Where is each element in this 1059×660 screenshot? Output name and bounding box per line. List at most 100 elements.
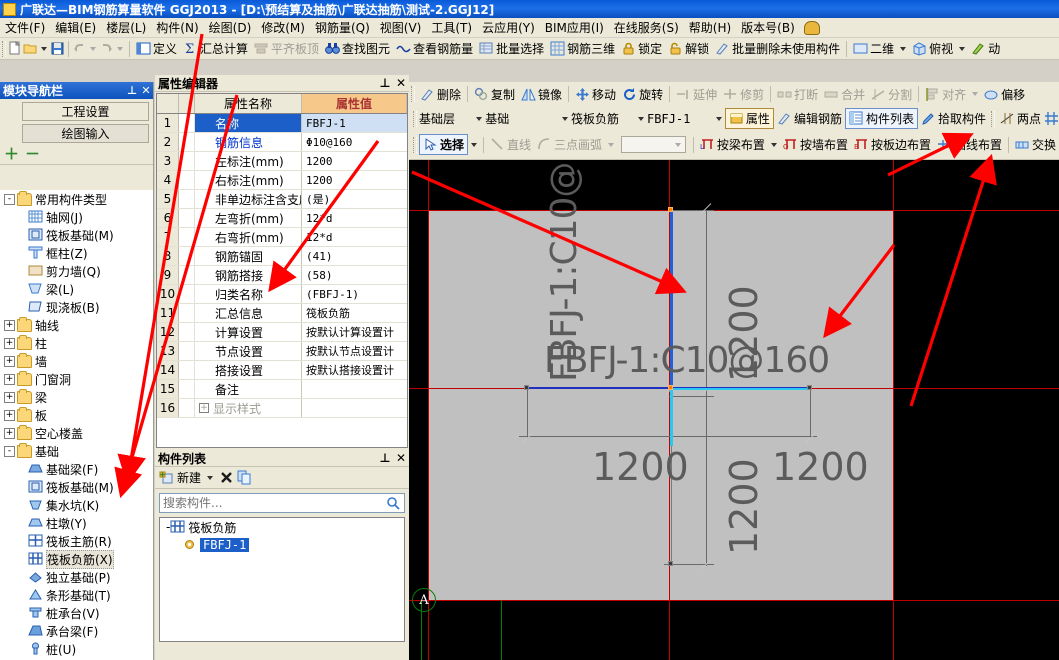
menu-item-help[interactable]: 帮助(H) <box>684 18 736 37</box>
place-by-wall-button[interactable]: Q 按墙布置 <box>780 135 851 154</box>
rebar-3d-button[interactable]: 钢筋三维 <box>547 39 618 58</box>
place-by-beam-caret[interactable] <box>770 142 777 147</box>
delete-x-icon[interactable] <box>219 470 234 485</box>
sidebar-item-15[interactable]: 基础梁(F) <box>0 460 153 478</box>
property-row-12[interactable]: 12 计算设置 按默认计算设置计 <box>157 323 407 342</box>
menu-item-file[interactable]: 文件(F) <box>0 18 50 37</box>
menu-item-floor[interactable]: 楼层(L) <box>101 18 151 37</box>
sidebar-item-23[interactable]: 桩承台(V) <box>0 604 153 622</box>
property-row-10[interactable]: 10 归类名称 (FBFJ-1) <box>157 285 407 304</box>
category-select[interactable]: 基础 <box>485 110 571 127</box>
sidebar-item-7[interactable]: + 轴线 <box>0 316 153 334</box>
batch-delete-unused-button[interactable]: 批量删除未使用构件 <box>712 39 843 58</box>
view-rebar-qty-button[interactable]: 查看钢筋量 <box>393 39 476 58</box>
property-grid[interactable]: 属性名称 属性值 1 名称 FBFJ-1 2 钢筋信息 Φ10@160 3 左标注(mm) 12… <box>156 93 408 448</box>
tree-expander-icon[interactable]: + <box>4 391 15 403</box>
nav-button-draw-input[interactable]: 绘图输入 <box>22 124 149 143</box>
sidebar-item-24[interactable]: 承台梁(F) <box>0 622 153 640</box>
property-row-9[interactable]: 9 钢筋搭接 (58) <box>157 266 407 285</box>
tree-expander-icon[interactable]: - <box>4 193 15 205</box>
property-row-11[interactable]: 11 汇总信息 筏板负筋 <box>157 304 407 323</box>
menu-item-view[interactable]: 视图(V) <box>375 18 427 37</box>
define-button[interactable]: 定义 <box>133 39 180 58</box>
collapse-all-icon[interactable]: － <box>25 143 40 164</box>
menu-item-version[interactable]: 版本号(B) <box>736 18 800 37</box>
move-button[interactable]: 移动 <box>572 85 619 104</box>
sidebar-item-3[interactable]: 框柱(Z) <box>0 244 153 262</box>
search-icon[interactable] <box>386 496 401 511</box>
menu-item-bim[interactable]: BIM应用(I) <box>540 18 609 37</box>
chevron-down-icon[interactable] <box>674 143 681 147</box>
close-icon[interactable]: ✕ <box>393 451 409 465</box>
new-component-label[interactable]: 新建 <box>177 469 201 486</box>
sidebar-item-10[interactable]: + 门窗洞 <box>0 370 153 388</box>
menu-item-draw[interactable]: 绘图(D) <box>204 18 257 37</box>
chevron-down-icon[interactable] <box>476 116 483 121</box>
property-value[interactable]: (是) <box>302 190 407 208</box>
tree-expander-icon[interactable]: + <box>4 337 15 349</box>
sidebar-item-25[interactable]: 桩(U) <box>0 640 153 658</box>
toolbar-gripper[interactable] <box>990 110 995 127</box>
tree-expander-icon[interactable]: + <box>4 427 15 439</box>
sidebar-item-20[interactable]: 筏板负筋(X) <box>0 549 153 569</box>
pick-component-button[interactable]: 拾取构件 <box>918 109 989 128</box>
tree-expander-icon[interactable]: + <box>4 319 15 331</box>
chevron-down-icon[interactable] <box>715 116 722 121</box>
new-file-icon[interactable] <box>8 40 23 56</box>
grip-handle[interactable] <box>524 385 529 390</box>
property-value[interactable]: 12*d <box>302 228 407 246</box>
property-row-4[interactable]: 4 右标注(mm) 1200 <box>157 171 407 190</box>
property-value[interactable]: 1200 <box>302 171 407 189</box>
grip-handle-active[interactable] <box>668 207 673 212</box>
pin-icon[interactable]: ⊥ <box>377 76 393 90</box>
toolbar-gripper[interactable] <box>2 40 6 57</box>
new-component-caret[interactable] <box>207 475 214 480</box>
sidebar-item-2[interactable]: 筏板基础(M) <box>0 226 153 244</box>
summary-calc-button[interactable]: Σ 汇总计算 <box>180 39 251 58</box>
top-view-button[interactable]: 俯视 <box>909 39 956 58</box>
sidebar-item-0[interactable]: - 常用构件类型 <box>0 190 153 208</box>
find-element-button[interactable]: 查找图元 <box>322 39 393 58</box>
search-input[interactable] <box>163 496 386 510</box>
draw-mode-combo[interactable] <box>621 136 686 153</box>
copy-component-icon[interactable] <box>237 470 252 485</box>
property-row-6[interactable]: 6 左弯折(mm) 12*d <box>157 209 407 228</box>
component-search-box[interactable] <box>159 493 405 513</box>
property-value[interactable]: 按默认计算设置计 <box>302 323 407 341</box>
sidebar-item-21[interactable]: 独立基础(P) <box>0 568 153 586</box>
list-item-0[interactable]: - 筏板负筋 <box>160 518 404 536</box>
property-row-5[interactable]: 5 非单边标注含支座 (是) <box>157 190 407 209</box>
toolbar-gripper[interactable] <box>413 110 417 127</box>
helmet-icon[interactable] <box>803 20 820 35</box>
copy-button[interactable]: 复制 <box>471 85 518 104</box>
sidebar-item-6[interactable]: 现浇板(B) <box>0 298 153 316</box>
property-value[interactable]: (58) <box>302 266 407 284</box>
floor-select[interactable]: 基础层 <box>419 110 485 127</box>
slab-area[interactable] <box>428 210 893 600</box>
mirror-button[interactable]: 镜像 <box>518 85 565 104</box>
rebar-horizontal-highlight[interactable] <box>671 388 811 390</box>
open-folder-icon[interactable] <box>23 41 38 56</box>
property-value[interactable]: Φ10@160 <box>302 133 407 151</box>
place-by-slab-edge-button[interactable]: B 按板边布置 <box>851 135 934 154</box>
close-icon[interactable]: ✕ <box>139 84 153 97</box>
row-expander-icon[interactable]: + <box>199 403 209 413</box>
tree-expander-icon[interactable]: + <box>4 355 15 367</box>
toolbar-gripper[interactable] <box>411 86 415 102</box>
properties-toggle-button[interactable]: 属性 <box>724 108 774 129</box>
component-name-select[interactable]: FBFJ-1 <box>647 112 725 126</box>
drawing-canvas[interactable]: FBFJ-1:C10@160 FBFJ-1:C10@160 1200 1200 … <box>409 160 1059 660</box>
menu-item-rebar-qty[interactable]: 钢筋量(Q) <box>310 18 375 37</box>
place-by-beam-button[interactable]: L 按梁布置 <box>697 135 768 154</box>
batch-select-button[interactable]: 批量选择 <box>476 39 547 58</box>
property-value[interactable] <box>302 399 407 417</box>
save-disk-icon[interactable] <box>50 41 65 56</box>
menu-item-cloud[interactable]: 云应用(Y) <box>477 18 540 37</box>
sidebar-item-11[interactable]: + 梁 <box>0 388 153 406</box>
component-type-select[interactable]: 筏板负筋 <box>571 110 647 127</box>
tree-expander-icon[interactable]: - <box>4 445 15 457</box>
swap-icon[interactable] <box>1044 111 1059 126</box>
menu-item-tools[interactable]: 工具(T) <box>426 18 477 37</box>
component-list-toggle-button[interactable]: 构件列表 <box>844 108 918 129</box>
property-value[interactable]: 12*d <box>302 209 407 227</box>
